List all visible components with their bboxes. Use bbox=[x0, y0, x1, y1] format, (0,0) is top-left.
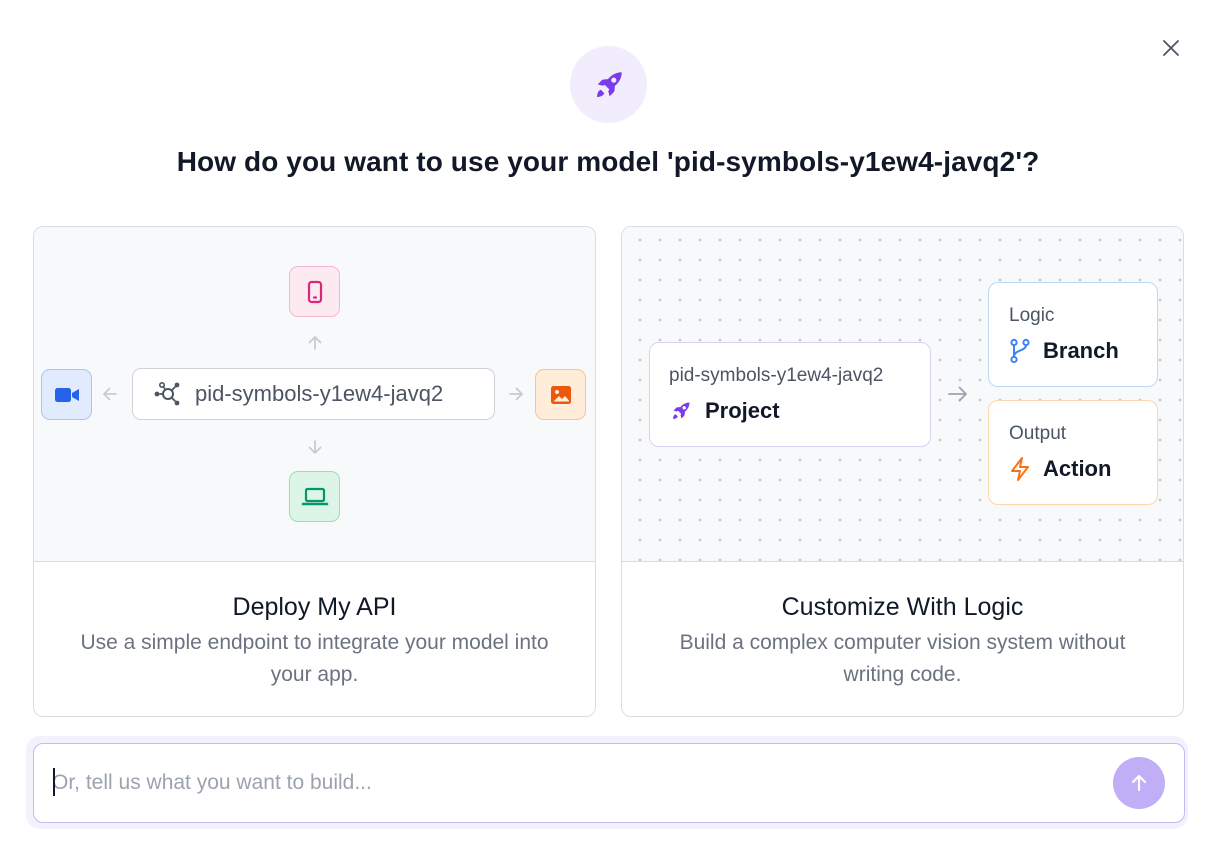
project-node: pid-symbols-y1ew4-javq2 Project bbox=[649, 342, 931, 447]
prompt-box bbox=[33, 743, 1185, 823]
card-description: Build a complex computer vision system w… bbox=[679, 631, 1126, 686]
text-caret bbox=[53, 768, 55, 796]
arrow-right-icon bbox=[948, 386, 967, 402]
image-tile bbox=[535, 369, 586, 420]
phone-icon bbox=[307, 280, 322, 303]
close-icon bbox=[1163, 40, 1179, 56]
close-button[interactable] bbox=[1160, 37, 1182, 59]
laptop-icon bbox=[301, 487, 328, 505]
video-tile bbox=[41, 369, 92, 420]
arrow-left-icon bbox=[103, 387, 117, 401]
card-title: Deploy My API bbox=[232, 593, 397, 621]
project-label: Project bbox=[705, 398, 780, 423]
model-name: pid-symbols-y1ew4-javq2 bbox=[195, 381, 444, 406]
deploy-api-card[interactable]: pid-symbols-y1ew4-javq2 Deploy My API Us… bbox=[33, 226, 596, 717]
rocket-icon bbox=[673, 402, 690, 419]
logic-label: Branch bbox=[1043, 338, 1119, 363]
logic-illustration: pid-symbols-y1ew4-javq2 Project Logic Br… bbox=[622, 227, 1183, 562]
card-description: Use a simple endpoint to integrate your … bbox=[80, 631, 549, 686]
hero-badge bbox=[570, 46, 647, 123]
video-icon bbox=[54, 387, 79, 402]
send-button[interactable] bbox=[1113, 757, 1165, 809]
dialog-title: How do you want to use your model 'pid-s… bbox=[176, 146, 1040, 177]
logic-subtitle: Logic bbox=[1009, 305, 1055, 326]
lightning-icon bbox=[1011, 457, 1029, 481]
laptop-tile bbox=[289, 471, 340, 522]
image-icon bbox=[550, 385, 571, 404]
project-model-name: pid-symbols-y1ew4-javq2 bbox=[669, 365, 884, 386]
arrow-up-icon bbox=[308, 336, 322, 350]
output-label: Action bbox=[1043, 456, 1112, 481]
output-node: Output Action bbox=[988, 400, 1158, 505]
customize-logic-card[interactable]: pid-symbols-y1ew4-javq2 Project Logic Br… bbox=[621, 226, 1184, 717]
build-prompt-input[interactable] bbox=[52, 744, 1102, 821]
arrow-down-icon bbox=[308, 440, 322, 454]
output-subtitle: Output bbox=[1009, 423, 1067, 444]
card-title: Customize With Logic bbox=[781, 593, 1024, 621]
model-pill: pid-symbols-y1ew4-javq2 bbox=[132, 368, 495, 420]
arrow-up-icon bbox=[1131, 774, 1147, 792]
rocket-icon bbox=[596, 71, 622, 97]
arrow-right-icon bbox=[509, 387, 523, 401]
deploy-illustration: pid-symbols-y1ew4-javq2 bbox=[34, 227, 595, 562]
logic-node: Logic Branch bbox=[988, 282, 1158, 387]
phone-tile bbox=[289, 266, 340, 317]
branch-icon bbox=[1010, 338, 1030, 364]
network-icon bbox=[154, 381, 180, 406]
